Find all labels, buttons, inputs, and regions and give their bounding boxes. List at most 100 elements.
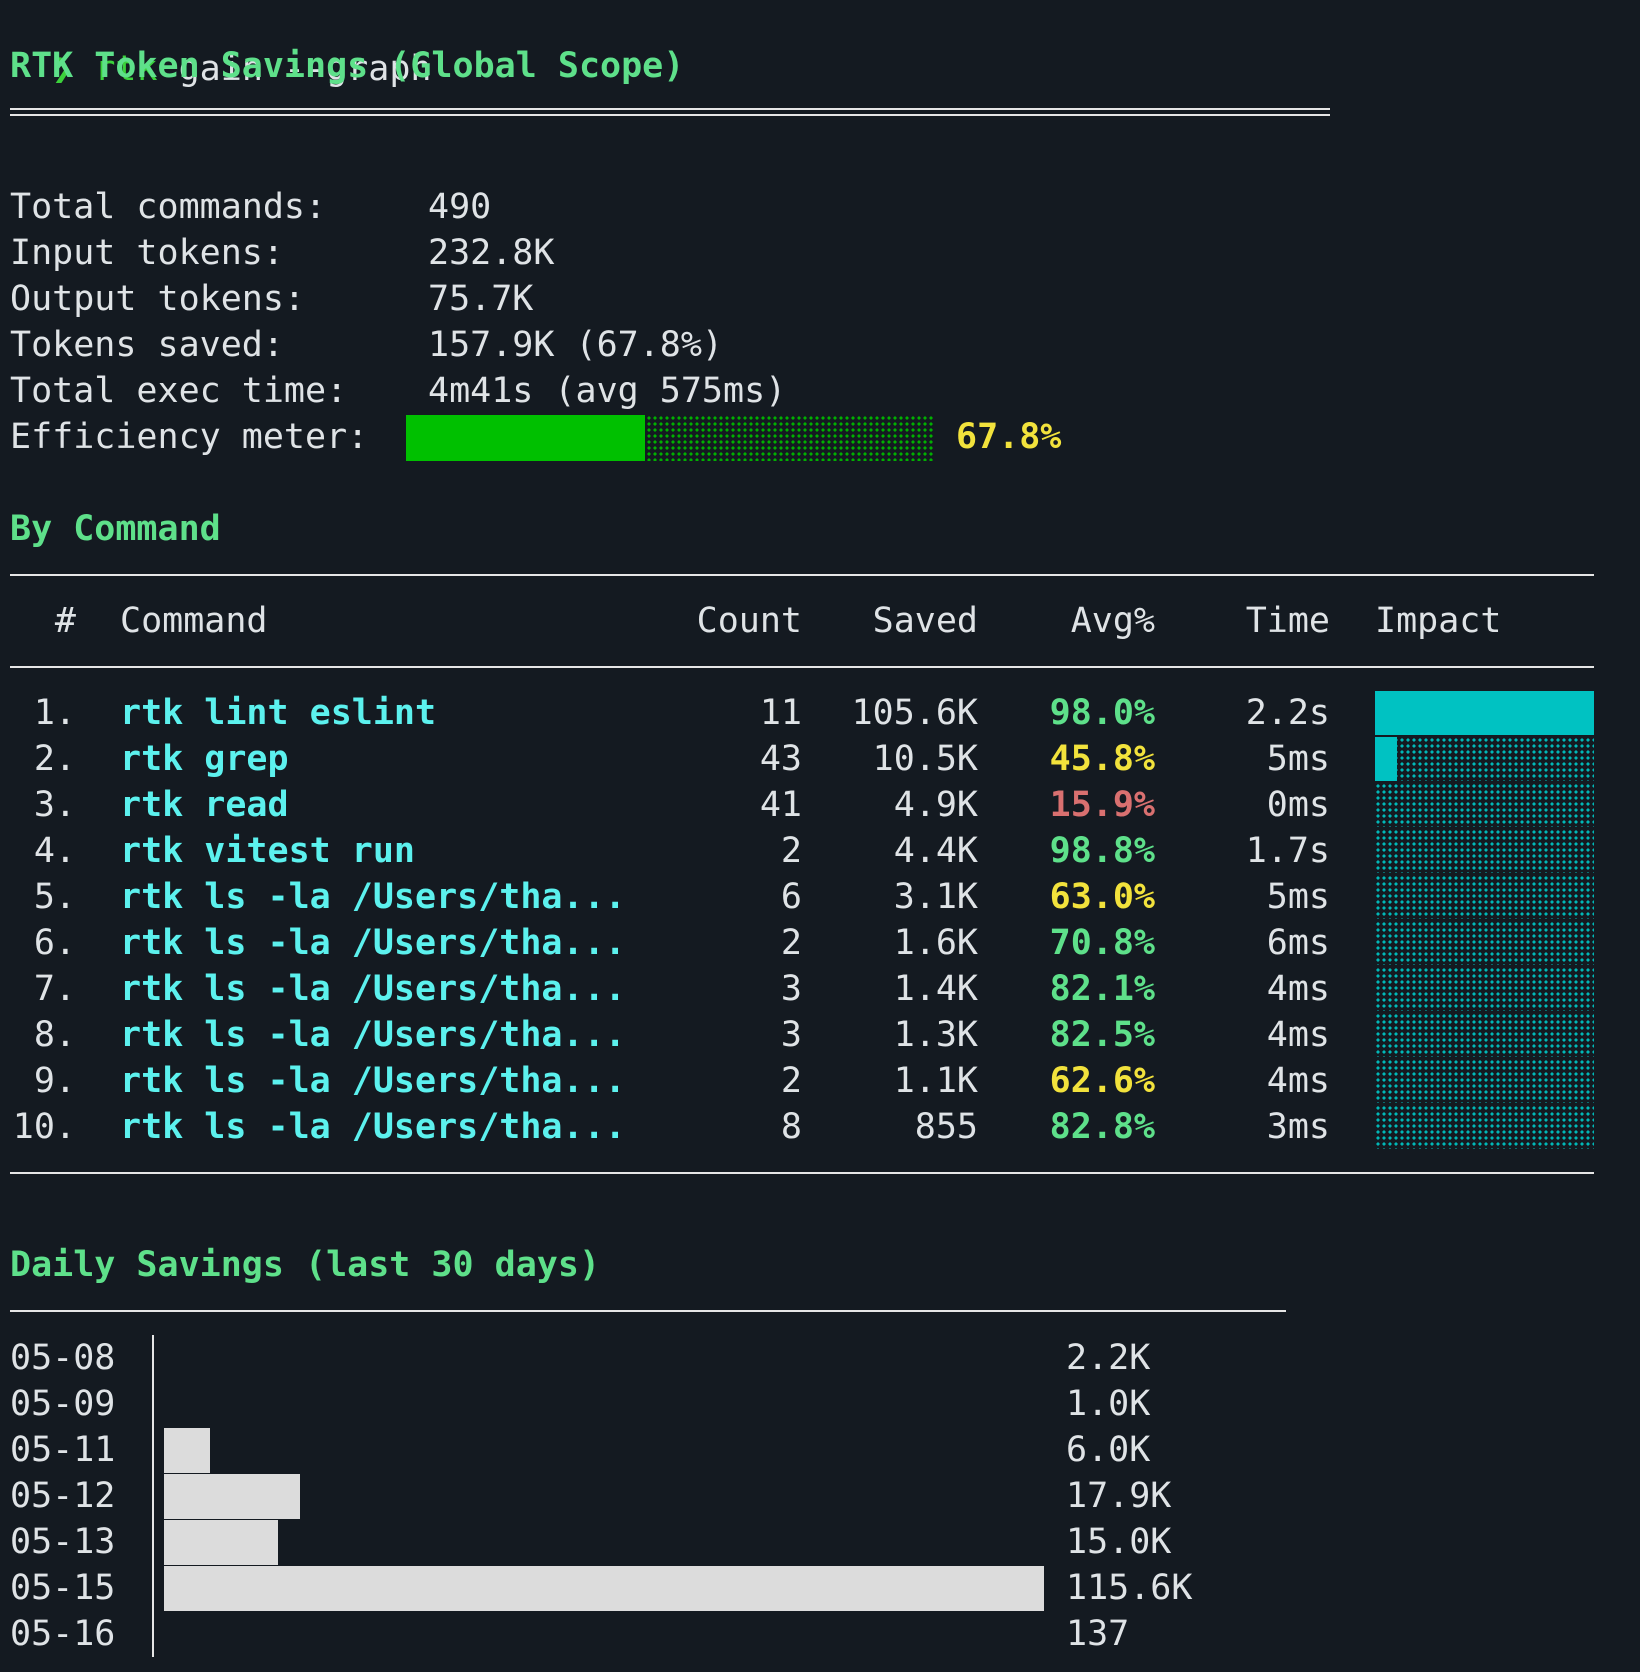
daily-value: 15.0K (1066, 1522, 1172, 1562)
row-saved: 1.1K (893, 1061, 978, 1101)
daily-rule (10, 1310, 1286, 1312)
daily-value: 115.6K (1066, 1568, 1193, 1608)
row-saved: 855 (914, 1107, 978, 1147)
row-saved: 105.6K (851, 693, 978, 733)
impact-bar-fill (1375, 737, 1397, 781)
row-num: 7. (33, 969, 76, 1009)
row-command: rtk read (120, 785, 289, 825)
row-saved: 1.3K (893, 1015, 978, 1055)
daily-bar (164, 1428, 210, 1473)
header-count: Count (696, 601, 802, 641)
impact-bar-fill (1375, 691, 1594, 735)
impact-bar-track (1375, 783, 1594, 827)
impact-bar-track (1375, 1059, 1594, 1103)
summary-label: Tokens saved: (10, 325, 284, 365)
efficiency-label: Efficiency meter: (10, 417, 369, 457)
row-count: 3 (780, 1015, 802, 1055)
summary-label: Input tokens: (10, 233, 284, 273)
row-avg: 63.0% (1049, 877, 1155, 917)
row-avg: 82.1% (1049, 969, 1155, 1009)
row-num: 4. (33, 831, 76, 871)
efficiency-meter (406, 415, 933, 461)
row-saved: 10.5K (872, 739, 978, 779)
row-time: 4ms (1266, 1061, 1330, 1101)
row-num: 5. (33, 877, 76, 917)
row-count: 11 (759, 693, 802, 733)
row-num: 6. (33, 923, 76, 963)
row-num: 10. (12, 1107, 76, 1147)
summary-value: 232.8K (428, 233, 555, 273)
row-time: 6ms (1266, 923, 1330, 963)
daily-date: 05-13 (10, 1522, 116, 1562)
row-avg: 62.6% (1049, 1061, 1155, 1101)
daily-bar (164, 1566, 1044, 1611)
efficiency-meter-fill (406, 415, 646, 461)
table-bottom-rule (10, 1172, 1594, 1174)
row-saved: 4.9K (893, 785, 978, 825)
daily-value: 137 (1066, 1614, 1130, 1654)
row-time: 2.2s (1245, 693, 1330, 733)
row-time: 5ms (1266, 877, 1330, 917)
report-title: RTK Token Savings (Global Scope) (10, 46, 685, 86)
impact-bar-track (1375, 921, 1594, 965)
header-num: # (54, 601, 76, 641)
daily-value: 17.9K (1066, 1476, 1172, 1516)
row-avg: 98.0% (1049, 693, 1155, 733)
row-avg: 70.8% (1049, 923, 1155, 963)
row-num: 2. (33, 739, 76, 779)
row-avg: 82.5% (1049, 1015, 1155, 1055)
row-count: 2 (780, 1061, 802, 1101)
row-num: 3. (33, 785, 76, 825)
summary-label: Total exec time: (10, 371, 348, 411)
impact-bar-track (1375, 875, 1594, 919)
daily-date: 05-08 (10, 1338, 116, 1378)
row-avg: 15.9% (1049, 785, 1155, 825)
daily-value: 6.0K (1066, 1430, 1151, 1470)
row-avg: 45.8% (1049, 739, 1155, 779)
row-num: 1. (33, 693, 76, 733)
row-command: rtk vitest run (120, 831, 416, 871)
daily-value: 2.2K (1066, 1338, 1151, 1378)
row-command: rtk ls -la /Users/tha... (120, 969, 626, 1009)
row-count: 3 (780, 969, 802, 1009)
table-top-rule (10, 574, 1594, 576)
row-count: 41 (759, 785, 802, 825)
row-time: 4ms (1266, 969, 1330, 1009)
title-divider (10, 108, 1330, 110)
row-count: 43 (759, 739, 802, 779)
summary-value: 75.7K (428, 279, 534, 319)
header-avg: Avg% (1070, 601, 1155, 641)
summary-label: Total commands: (10, 187, 327, 227)
header-command: Command (120, 601, 268, 641)
summary-value: 157.9K (67.8%) (428, 325, 724, 365)
impact-bar-track (1375, 967, 1594, 1011)
row-time: 3ms (1266, 1107, 1330, 1147)
row-count: 6 (780, 877, 802, 917)
header-saved: Saved (872, 601, 978, 641)
impact-bar-track (1375, 737, 1594, 781)
row-command: rtk grep (120, 739, 289, 779)
row-avg: 98.8% (1049, 831, 1155, 871)
header-time: Time (1245, 601, 1330, 641)
summary-label: Output tokens: (10, 279, 306, 319)
by-command-heading: By Command (10, 509, 221, 549)
daily-value: 1.0K (1066, 1384, 1151, 1424)
daily-bar (164, 1520, 278, 1565)
header-impact: Impact (1375, 601, 1502, 641)
row-saved: 1.6K (893, 923, 978, 963)
row-time: 4ms (1266, 1015, 1330, 1055)
row-command: rtk ls -la /Users/tha... (120, 1061, 626, 1101)
daily-heading: Daily Savings (last 30 days) (10, 1245, 601, 1285)
row-time: 1.7s (1245, 831, 1330, 871)
summary-value: 490 (428, 187, 492, 227)
row-command: rtk ls -la /Users/tha... (120, 877, 626, 917)
row-time: 0ms (1266, 785, 1330, 825)
row-num: 8. (33, 1015, 76, 1055)
row-time: 5ms (1266, 739, 1330, 779)
row-count: 8 (780, 1107, 802, 1147)
daily-date: 05-12 (10, 1476, 116, 1516)
row-command: rtk ls -la /Users/tha... (120, 923, 626, 963)
impact-bar-track (1375, 1105, 1594, 1149)
row-count: 2 (780, 923, 802, 963)
impact-bar-track (1375, 829, 1594, 873)
